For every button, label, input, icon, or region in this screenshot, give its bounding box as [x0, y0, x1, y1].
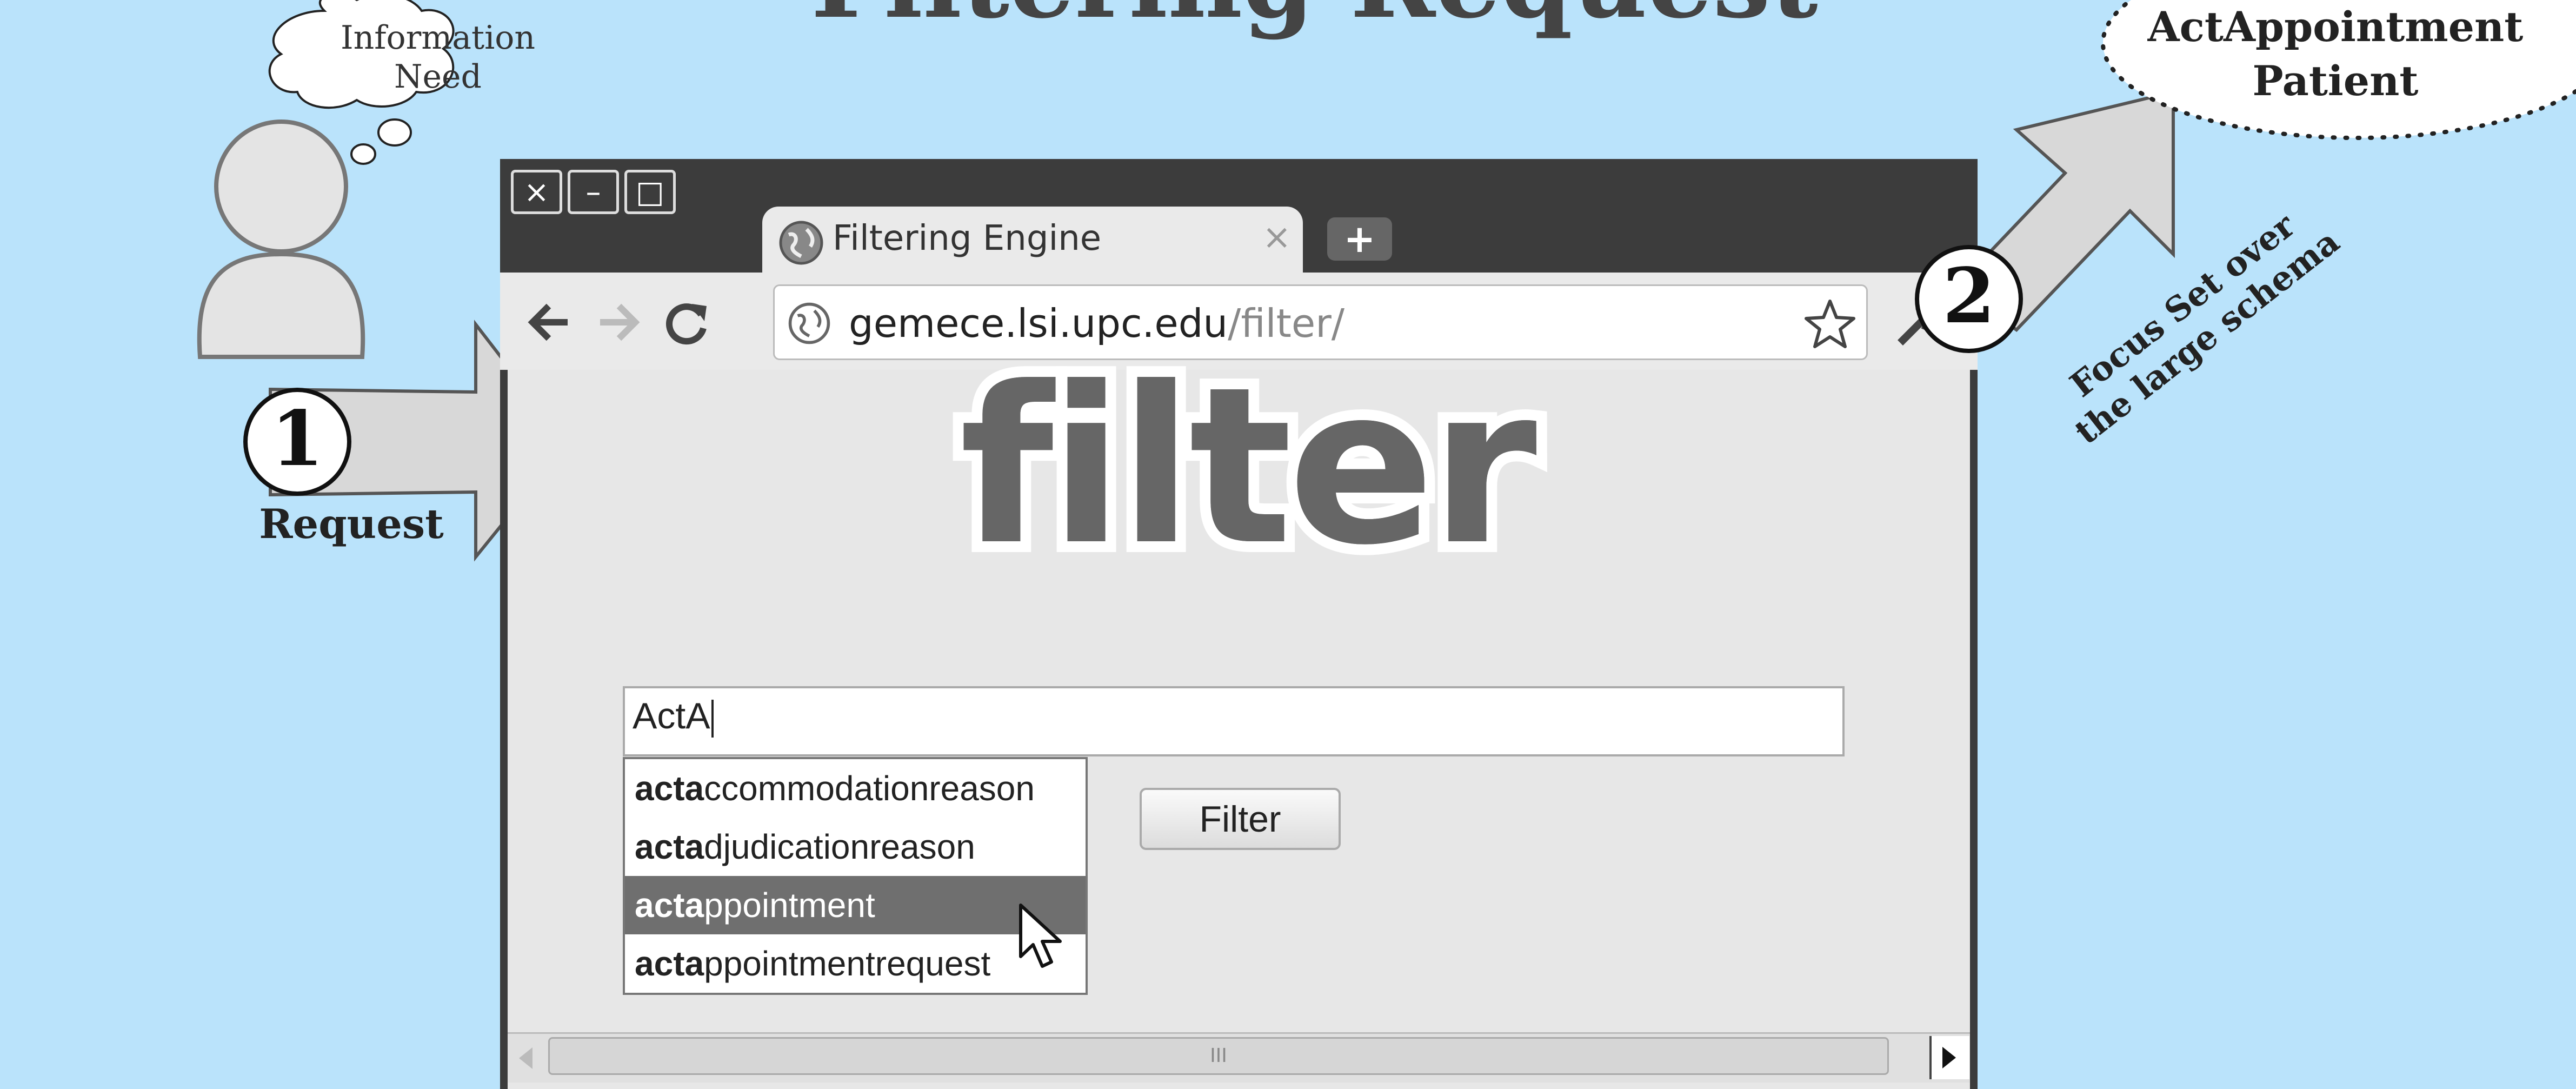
forward-icon[interactable]: [595, 301, 643, 344]
new-tab-button[interactable]: +: [1327, 217, 1392, 261]
scroll-left-icon[interactable]: [511, 1039, 543, 1077]
reload-icon[interactable]: [662, 298, 711, 347]
scroll-right-button[interactable]: [1929, 1036, 1969, 1079]
step2-number: 2: [1942, 252, 1995, 341]
suggestion-rest: djudicationreason: [704, 827, 975, 866]
url-host: gemece.lsi.upc.edu: [849, 301, 1228, 346]
tab-close-icon[interactable]: ×: [1262, 217, 1292, 257]
suggestion-rest: ppointment: [704, 886, 875, 925]
site-globe-icon: [788, 302, 830, 344]
thought-bubble-text: Information Need: [316, 18, 560, 96]
search-input[interactable]: ActA: [623, 686, 1845, 756]
request-label: Request: [259, 500, 444, 548]
horizontal-scrollbar[interactable]: III: [508, 1032, 1970, 1083]
bookmark-star-icon[interactable]: [1803, 297, 1857, 351]
page-title: Filtering Request: [811, 0, 1818, 32]
url-path: /filter/: [1228, 301, 1345, 346]
scrollbar-thumb[interactable]: III: [548, 1037, 1889, 1075]
result-line-1: ActAppointment: [2147, 3, 2524, 51]
thought-dot-small: [350, 143, 376, 165]
maximize-window-button[interactable]: □: [624, 170, 676, 214]
scroll-right-icon: [1942, 1047, 1956, 1068]
minimize-window-button[interactable]: –: [568, 170, 619, 214]
close-icon: ×: [524, 174, 549, 210]
step1-badge: 1: [243, 388, 351, 496]
tab-title: Filtering Engine: [833, 218, 1102, 258]
suggestion-item[interactable]: actaccommodationreason: [625, 759, 1086, 818]
suggestion-bold: acta: [635, 827, 704, 866]
filter-button[interactable]: Filter: [1140, 788, 1341, 850]
globe-icon: [779, 221, 823, 265]
url-text: gemece.lsi.upc.edu/filter/: [849, 301, 1344, 346]
result-focus-set: ActAppointment Patient: [2098, 0, 2573, 108]
close-window-button[interactable]: ×: [511, 170, 562, 214]
result-line-2: Patient: [2252, 57, 2419, 105]
suggestion-rest: ppointmentrequest: [704, 944, 991, 983]
suggestion-item[interactable]: actadjudicationreason: [625, 818, 1086, 876]
suggestion-bold: acta: [635, 944, 704, 983]
filter-logo: filter: [960, 341, 1537, 593]
thought-line-2: Need: [394, 58, 482, 96]
step2-badge: 2: [1915, 245, 2023, 353]
suggestion-item-selected[interactable]: actappointment: [625, 876, 1086, 934]
suggestion-item[interactable]: actappointmentrequest: [625, 934, 1086, 993]
search-input-value: ActA: [633, 695, 710, 736]
text-caret: [711, 700, 714, 738]
maximize-icon: □: [636, 174, 664, 210]
suggestion-rest: ccommodationreason: [704, 769, 1035, 808]
browser-window: × – □ Filtering Engine × + gemece.lsi.up…: [500, 159, 1978, 1089]
mouse-cursor-icon: [1019, 904, 1062, 968]
step1-number: 1: [271, 395, 323, 483]
suggestion-bold: acta: [635, 769, 704, 808]
user-head-icon: [214, 119, 348, 254]
suggestion-bold: acta: [635, 886, 704, 925]
scrollbar-grip: III: [1210, 1045, 1227, 1067]
minimize-icon: –: [585, 174, 601, 210]
thought-line-1: Information: [340, 19, 536, 57]
back-icon[interactable]: [524, 301, 573, 344]
thought-dot-large: [377, 118, 412, 147]
